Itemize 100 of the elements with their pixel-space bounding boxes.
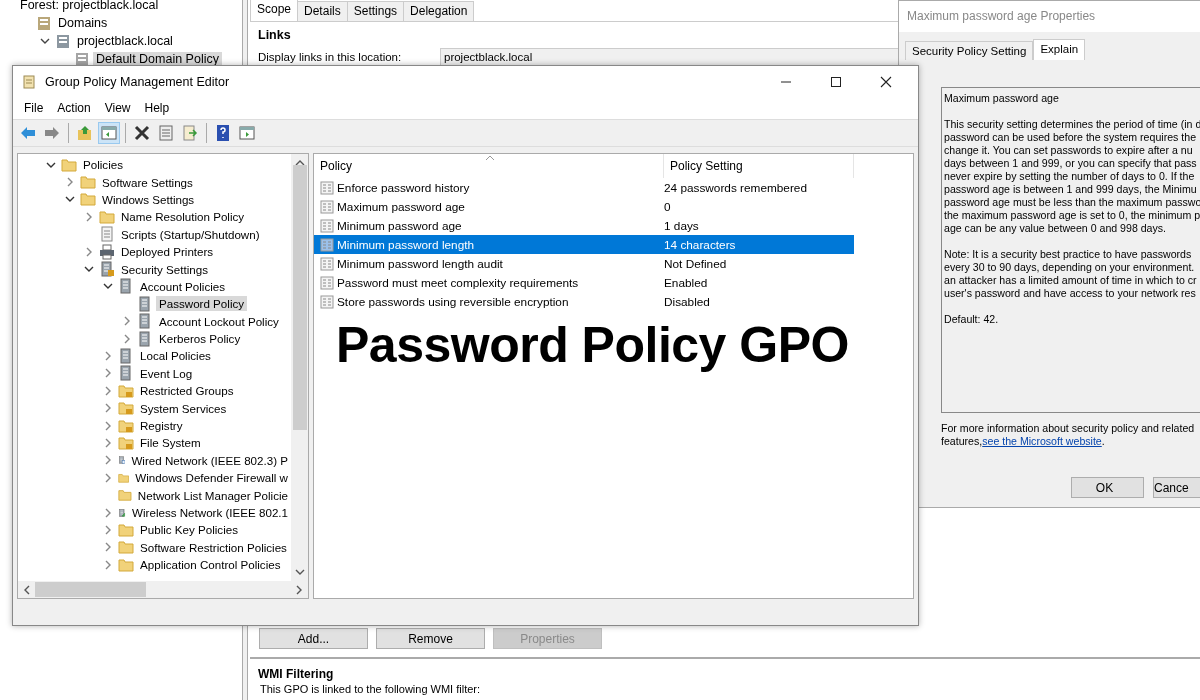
scroll-down-icon[interactable] (294, 568, 305, 576)
close-icon[interactable] (880, 75, 892, 88)
locked-folder-icon (118, 417, 134, 434)
dialog-button[interactable]: OK (1071, 477, 1144, 498)
tree-item[interactable]: Account Lockout Policy (156, 313, 282, 329)
explain-line: an attacker has a limited amount of time in which to cr (944, 274, 1197, 287)
tree-item[interactable]: Event Log (137, 365, 196, 381)
vertical-scrollbar[interactable] (291, 154, 308, 581)
tree-item[interactable]: Scripts (Startup/Shutdown) (118, 226, 263, 242)
tree-item[interactable]: Public Key Policies (137, 522, 241, 538)
policy-row[interactable]: Enforce password history 24 passwords remembered (314, 178, 854, 197)
microsoft-website-link[interactable]: see the Microsoft website (982, 435, 1102, 447)
tree-item[interactable]: Windows Settings (99, 191, 198, 207)
window-title: Group Policy Management Editor (45, 74, 230, 89)
explain-line: change it. You can set passwords to expire after a nu (944, 144, 1193, 157)
explain-line: days between 1 and 999, or you can specify that pass (944, 157, 1197, 170)
dialog-button[interactable]: Cance (1153, 477, 1200, 498)
action-button[interactable]: Remove (376, 628, 485, 649)
tree-item[interactable]: Windows Defender Firewall w (132, 470, 291, 486)
explain-line: the maximum password age is set to 0, the minimum p (944, 209, 1200, 222)
policy-icon (320, 256, 334, 271)
policy-row[interactable]: Minimum password age 1 days (314, 216, 854, 235)
server-icon (118, 278, 134, 295)
tree-item[interactable]: Forest: projectblack.local (17, 0, 162, 12)
policy-row[interactable]: Minimum password length audit Not Defined (314, 254, 854, 273)
server-icon (137, 295, 153, 312)
column-header[interactable]: Policy Setting (664, 154, 854, 178)
tab[interactable]: Delegation (403, 1, 475, 21)
server-icon (55, 33, 71, 49)
tree-item[interactable]: System Services (137, 400, 230, 416)
tree-item[interactable]: Wired Network (IEEE 802.3) P (128, 452, 291, 468)
tab[interactable]: Security Policy Setting (905, 41, 1034, 60)
tab[interactable]: Explain (1033, 39, 1086, 60)
server-icon (118, 365, 134, 382)
tree-item[interactable]: Deployed Printers (118, 244, 217, 260)
scroll-left-icon[interactable] (23, 584, 31, 595)
tree-item[interactable]: Registry (137, 418, 186, 434)
location-field[interactable]: projectblack.local (440, 48, 900, 66)
server-icon (99, 261, 115, 278)
tree-item[interactable]: Password Policy (156, 296, 248, 312)
policy-icon (320, 199, 334, 214)
tree-item[interactable]: Security Settings (118, 261, 211, 277)
tree-item[interactable]: Application Control Policies (137, 557, 284, 573)
tree-item[interactable]: Software Settings (99, 174, 196, 190)
menu-item[interactable]: Action (50, 101, 98, 115)
folder-icon (80, 174, 96, 191)
explain-line: This security setting determines the period of time (in d (944, 118, 1200, 131)
explain-line: never expire by setting the number of days to 0. If the (944, 170, 1195, 183)
tree-item[interactable]: Network List Manager Policie (134, 487, 291, 503)
action-button[interactable]: Add... (259, 628, 368, 649)
policy-row[interactable]: Maximum password age 0 (314, 197, 854, 216)
scroll-right-icon[interactable] (295, 584, 303, 595)
menu-item[interactable]: File (17, 101, 51, 115)
tree-item[interactable]: Kerberos Policy (156, 331, 244, 347)
tab[interactable]: Details (297, 1, 348, 21)
policy-row[interactable]: Store passwords using reversible encryption Disabled (314, 292, 854, 311)
tab[interactable]: Scope (250, 0, 299, 21)
horizontal-scrollbar[interactable] (18, 581, 308, 598)
explain-text-box[interactable] (941, 87, 1200, 413)
maximize-icon[interactable] (830, 75, 842, 88)
period-text: . (1101, 435, 1105, 447)
tab[interactable]: Settings (346, 1, 405, 21)
tree-item[interactable]: Local Policies (137, 348, 214, 364)
policy-icon (320, 275, 334, 290)
server-icon (36, 15, 52, 31)
tree-item[interactable]: Account Policies (137, 278, 229, 294)
tree-item[interactable]: Wireless Network (IEEE 802.1 (129, 505, 291, 520)
folder-icon (80, 191, 96, 208)
dialog-title: Maximum password age Properties (899, 1, 1200, 32)
tree-item[interactable]: Restricted Groups (137, 383, 237, 399)
tree-item[interactable]: projectblack.local (74, 34, 176, 48)
explain-line: Note: It is a security best practice to have passwords (944, 248, 1192, 261)
wmi-text: This GPO is linked to the following WMI filter: (260, 683, 482, 695)
expander-icon[interactable] (40, 36, 50, 46)
server-icon (118, 348, 134, 364)
folder-icon (61, 156, 77, 173)
menu-item[interactable]: Help (137, 101, 177, 115)
explain-line: password age is between 1 and 999 days, the Minimu (944, 183, 1197, 196)
server-icon (137, 330, 153, 347)
tree-item[interactable]: File System (137, 435, 204, 451)
column-header[interactable]: Policy (314, 154, 664, 178)
more-info-text: For more information about security policy and related (941, 422, 1195, 434)
tree-item[interactable]: Default Domain Policy (93, 52, 222, 66)
menu-item[interactable]: View (97, 101, 138, 115)
policy-row[interactable]: Password must meet complexity requirements Enabled (314, 273, 854, 292)
tree-item[interactable]: Domains (55, 16, 111, 30)
folder-icon (118, 521, 134, 538)
tree-item[interactable]: Policies (80, 157, 126, 173)
tree-item[interactable]: Name Resolution Policy (118, 209, 248, 225)
sort-up-icon (485, 155, 495, 161)
folder-icon (118, 539, 134, 556)
policy-icon (320, 218, 334, 233)
tree-item[interactable]: Software Restriction Policies (137, 539, 290, 555)
tree-pane-icon[interactable] (98, 122, 120, 144)
policy-row[interactable]: Minimum password length 14 characters (314, 235, 854, 254)
server-icon (137, 313, 153, 330)
section-heading: Links (258, 28, 292, 42)
explain-line: password can be used before the system requires the (944, 131, 1197, 144)
folder-icon (118, 487, 132, 504)
locked-folder-icon (118, 434, 134, 451)
